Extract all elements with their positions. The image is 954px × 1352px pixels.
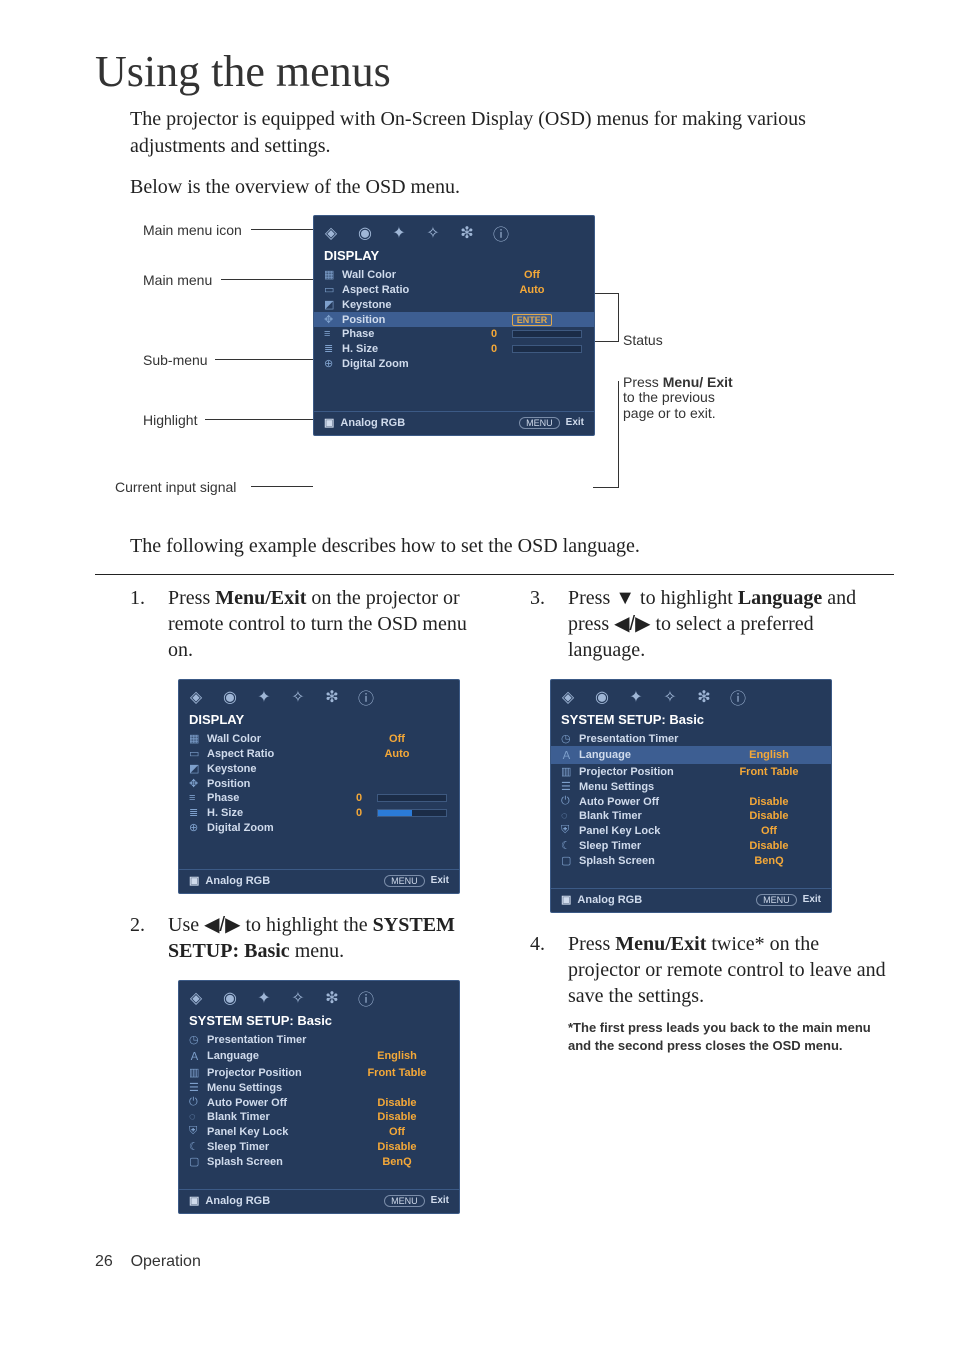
step-2-number: 2. — [130, 912, 150, 938]
tab-picture-icon[interactable]: ◉ — [354, 222, 376, 244]
s2-splash[interactable]: Splash Screen — [207, 1156, 347, 1168]
step-4-text: Press Menu/Exit twice* on the projector … — [568, 931, 894, 1054]
s2-auto-off[interactable]: Auto Power Off — [207, 1097, 347, 1109]
s3-panel-lock[interactable]: Panel Key Lock — [579, 825, 719, 837]
page-section: Operation — [131, 1253, 201, 1270]
step-3-number: 3. — [530, 585, 550, 611]
osd-step1-title: DISPLAY — [179, 710, 459, 731]
tab-setup1-icon[interactable]: ✧ — [422, 222, 444, 244]
label-highlight: Highlight — [143, 413, 197, 428]
s3-language[interactable]: Language — [579, 749, 719, 761]
tab-setup2-icon[interactable]: ❇ — [456, 222, 478, 244]
step-1-text: Press Menu/Exit on the projector or remo… — [168, 585, 494, 663]
s2-sleep[interactable]: Sleep Timer — [207, 1141, 347, 1153]
step-3-text: Press ▼ to highlight Language and press … — [568, 585, 894, 663]
item-aspect-ratio[interactable]: Aspect Ratio — [342, 284, 482, 296]
osd-step2-title: SYSTEM SETUP: Basic — [179, 1011, 459, 1032]
page-number: 26 — [95, 1253, 113, 1270]
label-main-menu-icon: Main menu icon — [143, 223, 242, 238]
label-press-menu-exit: Press Menu/ Exit to the previous page or… — [623, 375, 743, 421]
label-sub-menu: Sub-menu — [143, 353, 208, 368]
value-wall-color: Off — [482, 269, 582, 281]
step-2-text: Use ◀/▶ to highlight the SYSTEM SETUP: B… — [168, 912, 494, 964]
s1-position[interactable]: Position — [207, 778, 347, 790]
item-phase[interactable]: Phase — [342, 328, 482, 340]
section-divider — [95, 574, 894, 575]
item-keystone[interactable]: Keystone — [342, 299, 482, 311]
menu-button[interactable]: MENU — [519, 417, 560, 429]
s2-proj-pos[interactable]: Projector Position — [207, 1067, 347, 1079]
tab-display-icon[interactable]: ◈ — [320, 222, 342, 244]
value-phase: 0 — [482, 328, 506, 340]
value-aspect-ratio: Auto — [482, 284, 582, 296]
step-1-number: 1. — [130, 585, 150, 611]
s1-keystone[interactable]: Keystone — [207, 763, 347, 775]
s1-phase[interactable]: Phase — [207, 792, 347, 804]
osd-step3-panel: ◈◉✦✧❇ⓘ SYSTEM SETUP: Basic ◷Presentation… — [550, 679, 832, 913]
osd-step3-title: SYSTEM SETUP: Basic — [551, 710, 831, 731]
tab-info-icon[interactable]: ⓘ — [490, 222, 512, 244]
signal-source: ▣Analog RGB — [324, 416, 405, 429]
s2-blank[interactable]: Blank Timer — [207, 1111, 347, 1123]
osd-tab-bar: ◈ ◉ ✦ ✧ ❇ ⓘ — [314, 216, 594, 246]
osd-step2-panel: ◈◉✦✧❇ⓘ SYSTEM SETUP: Basic ◷Presentation… — [178, 980, 460, 1214]
s3-menu-set[interactable]: Menu Settings — [579, 781, 719, 793]
s1-wall-color[interactable]: Wall Color — [207, 733, 347, 745]
item-hsize[interactable]: H. Size — [342, 343, 482, 355]
intro-paragraph-1: The projector is equipped with On-Screen… — [130, 106, 894, 160]
label-current-signal: Current input signal — [115, 480, 236, 495]
item-position[interactable]: Position — [342, 314, 482, 326]
osd-overview-panel: ◈ ◉ ✦ ✧ ❇ ⓘ DISPLAY ▦Wall ColorOff ▭Aspe… — [313, 215, 595, 436]
slider-hsize[interactable] — [512, 345, 582, 353]
osd-step1-panel: ◈◉✦✧❇ⓘ DISPLAY ▦Wall ColorOff ▭Aspect Ra… — [178, 679, 460, 894]
s3-blank[interactable]: Blank Timer — [579, 810, 719, 822]
enter-badge[interactable]: ENTER — [512, 314, 553, 326]
step-4-number: 4. — [530, 931, 550, 957]
value-hsize: 0 — [482, 343, 506, 355]
s3-sleep[interactable]: Sleep Timer — [579, 840, 719, 852]
intro-paragraph-2: Below is the overview of the OSD menu. — [130, 174, 894, 201]
s2-pres-timer[interactable]: Presentation Timer — [207, 1034, 347, 1046]
step-4-note: *The first press leads you back to the m… — [568, 1019, 894, 1054]
s1-zoom[interactable]: Digital Zoom — [207, 822, 347, 834]
tab-advanced-icon[interactable]: ✦ — [388, 222, 410, 244]
label-status: Status — [623, 333, 663, 348]
s3-splash[interactable]: Splash Screen — [579, 855, 719, 867]
s3-pres-timer[interactable]: Presentation Timer — [579, 733, 719, 745]
item-digital-zoom[interactable]: Digital Zoom — [342, 358, 482, 370]
s1-hsize[interactable]: H. Size — [207, 807, 347, 819]
s3-proj-pos[interactable]: Projector Position — [579, 766, 719, 778]
osd-overview-diagram: Main menu icon Main menu Sub-menu Highli… — [143, 215, 894, 515]
s2-language[interactable]: Language — [207, 1050, 347, 1062]
slider-phase[interactable] — [512, 330, 582, 338]
s2-panel-lock[interactable]: Panel Key Lock — [207, 1126, 347, 1138]
label-main-menu: Main menu — [143, 273, 212, 288]
example-paragraph: The following example describes how to s… — [130, 533, 894, 560]
item-wall-color[interactable]: Wall Color — [342, 269, 482, 281]
page-title: Using the menus — [95, 50, 894, 94]
s3-auto-off[interactable]: Auto Power Off — [579, 796, 719, 808]
exit-button[interactable]: Exit — [566, 417, 584, 428]
s2-menu-set[interactable]: Menu Settings — [207, 1082, 347, 1094]
osd-menu-title: DISPLAY — [314, 246, 594, 267]
s1-aspect[interactable]: Aspect Ratio — [207, 748, 347, 760]
